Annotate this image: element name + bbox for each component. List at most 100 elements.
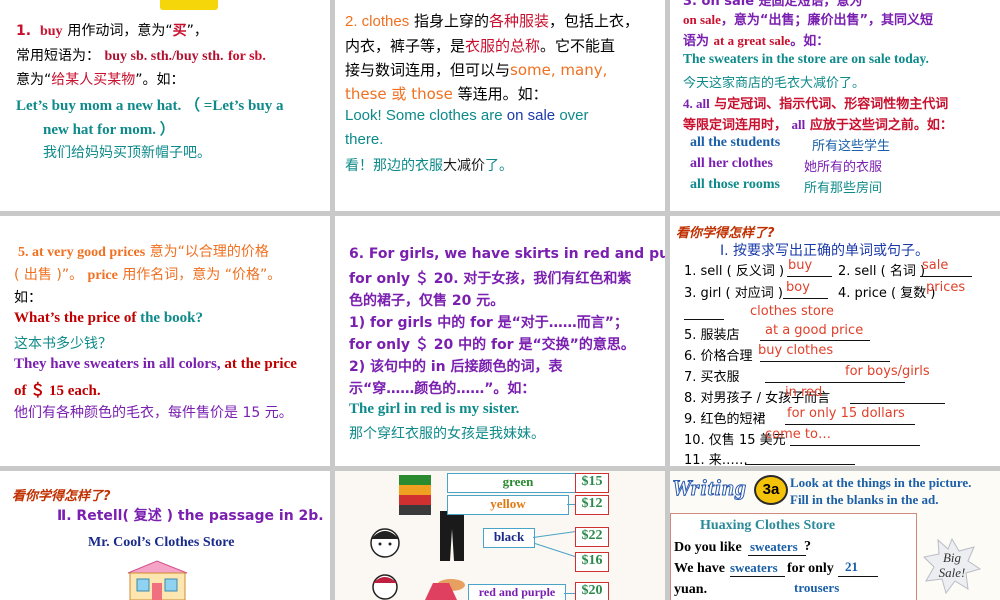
girl-image <box>367 569 403 600</box>
ad-question-mark: ? <box>804 539 811 554</box>
example-1-en: Let’s buy mom a new hat. （ =Let’s buy a <box>16 98 284 114</box>
answer-3: boy <box>786 280 810 295</box>
color-label-box-red-purple: red and purple <box>468 584 566 600</box>
question-11: 11. 来…… <box>684 453 748 466</box>
answer-blank-7 <box>765 382 905 383</box>
retell-title: Ⅱ. Retell( 复述 ) the passage in 2b. <box>57 508 324 524</box>
slide-clothes-usage: 2. clothes 指身上穿的各种服装，包括上衣， 内衣，裤子等，是衣服的总称… <box>335 0 665 211</box>
price-tag-16: $16 <box>575 552 609 572</box>
price-tag-15: $15 <box>575 473 609 493</box>
big-sale-sign: Big Sale! <box>922 537 982 595</box>
example-1-en-cont: new hat for mom. ） <box>43 122 175 138</box>
badge-label: 3a <box>762 481 780 498</box>
point-5-line-3: 如： <box>14 290 42 306</box>
color-label-green: green <box>502 474 534 489</box>
color-label-black: black <box>493 529 525 544</box>
ad-store-name: Huaxing Clothes Store <box>700 518 836 533</box>
question-4: 4. price ( 复数 ) <box>838 286 936 301</box>
slide-retell: 看你学得怎样了? Ⅱ. Retell( 复述 ) the passage in … <box>0 471 330 600</box>
ad-answer-2: sweaters <box>730 560 778 575</box>
answer-2: sale <box>922 258 949 273</box>
ad-line-3: yuan. <box>674 582 708 597</box>
answer-5: clothes store <box>750 304 834 319</box>
all-example-3-en: all those rooms <box>690 177 780 192</box>
trousers-image <box>438 511 466 561</box>
point-3-line-2: 语为 at a great sale。如： <box>683 33 830 49</box>
example-5-en: What’s the price of the book? <box>14 310 204 326</box>
color-label-red-and-purple: red and purple <box>478 585 556 599</box>
point-6-line-6: 2) 该句中的 in 后接颜色的词，表 <box>349 359 563 375</box>
slide-writing: Writing 3a Look at the things in the pic… <box>670 471 1000 600</box>
answer-1: buy <box>788 258 813 273</box>
example-1-cn: 我们给妈妈买顶新帽子吧。 <box>43 145 211 161</box>
point-5-line-2: ( 出售 )”。 price 用作名词，意为 “价格”。 <box>14 267 282 283</box>
color-label-yellow: yellow <box>490 496 526 511</box>
answer-blank-4 <box>684 319 724 320</box>
question-6: 6. 价格合理 <box>684 349 753 364</box>
question-1: 1. sell ( 反义词 ) <box>684 264 785 279</box>
slide-clothes-prices: green yellow black red and purple $15 $1… <box>335 471 665 600</box>
ad-blank-2 <box>730 576 785 577</box>
color-label-box-yellow: yellow <box>447 495 569 515</box>
example-6-en-cont: of ＄ 15 each. <box>14 383 101 399</box>
ad-line-1: Do you like <box>674 540 742 555</box>
slide-good-prices: 5. at very good prices 意为“以合理的价格 ( 出售 )”… <box>0 216 330 466</box>
example-7-en: The girl in red is my sister. <box>349 401 520 417</box>
answer-blank-3 <box>783 298 828 299</box>
pointer-line-4 <box>534 543 579 559</box>
point-1-line: 1. buy 用作动词，意为“买”， <box>16 23 208 39</box>
example-7-cn: 那个穿红衣服的女孩是我妹妹。 <box>349 426 545 442</box>
point-3-title-cut: 3. on sale 是固定短语，意为 <box>683 0 863 9</box>
ad-line-2-for-only: for only <box>787 561 834 576</box>
exercise-badge-3a: 3a <box>754 475 788 505</box>
price-tag-22: $22 <box>575 527 609 547</box>
ad-line-2: We have <box>674 561 725 576</box>
example-3-en: The sweaters in the store are on sale to… <box>683 51 929 66</box>
answer-11: come to… <box>765 427 831 442</box>
point-6-line-2: for only ＄ 20. 对于女孩，我们有红色和紫 <box>349 271 632 287</box>
example-3-cn: 今天这家商店的毛衣大减价了。 <box>683 76 866 91</box>
question-3: 3. girl ( 对应词 ) <box>684 286 783 301</box>
example-2-en-cont: there. <box>345 131 384 148</box>
color-label-box-black: black <box>483 528 535 548</box>
slide-exercise-1: 看你学得怎样了? Ⅰ. 按要求写出正确的单词或句子。 1. sell ( 反义词… <box>670 216 1000 466</box>
question-2: 2. sell ( 名词 ) <box>838 264 926 279</box>
answer-9: in red <box>785 385 823 400</box>
point-1-meaning-line: 意为“给某人买某物”。如： <box>16 72 185 88</box>
point-3-line-1: on sale，意为“出售；廉价出售”，其同义短 <box>683 12 934 28</box>
point-6-line-1: 6. For girls, we have skirts in red and … <box>349 246 665 262</box>
pointer-line-3 <box>532 530 579 538</box>
sweater-image <box>397 473 433 517</box>
question-7: 7. 买衣服 <box>684 370 740 385</box>
example-2-cn: 看！那边的衣服大减价了。 <box>345 158 513 174</box>
point-1-phrase-line: 常用短语为： buy sb. sth./buy sth. for sb. <box>16 48 266 64</box>
point-5-line-1: 5. at very good prices 意为“以合理的价格 <box>18 244 269 260</box>
price-tag-20: $20 <box>575 582 609 600</box>
all-example-3-cn: 所有那些房间 <box>804 181 883 196</box>
example-6-cn: 他们有各种颜色的毛衣，每件售价是 15 元。 <box>14 405 293 421</box>
question-5: 5. 服装店 <box>684 328 740 343</box>
all-example-2-en: all her clothes <box>690 156 773 171</box>
answer-10: for only 15 dollars <box>787 406 905 421</box>
answer-blank-1 <box>787 276 832 277</box>
point-2-line-3: 接与数词连用，但可以与some, many, <box>345 61 608 79</box>
answer-blank-8 <box>850 403 945 404</box>
all-example-2-cn: 她所有的衣服 <box>804 160 883 175</box>
point-2-line-4: these 或 those 等连用。如： <box>345 85 548 103</box>
color-label-box-green: green <box>447 473 589 493</box>
exercise-banner: 看你学得怎样了? <box>676 226 775 241</box>
language-points-banner <box>160 0 218 10</box>
example-2-en: Look! Some clothes are on sale over <box>345 107 589 124</box>
writing-instruction-2: Fill in the blanks in the ad. <box>790 492 939 507</box>
answer-7: buy clothes <box>758 343 834 358</box>
answer-blank-10 <box>790 445 920 446</box>
point-4-line-1: 4. all 与定冠词、指示代词、形容词性物主代词 <box>683 96 949 112</box>
exercise-instructions: Ⅰ. 按要求写出正确的单词或句子。 <box>720 243 930 259</box>
point-6-line-3: 色的裙子，仅售 20 元。 <box>349 293 505 309</box>
point-6-line-5: for only ＄ 20 中的 for 是“交换”的意思。 <box>349 337 635 353</box>
answer-blank-11 <box>745 464 855 465</box>
boy-image <box>365 523 405 563</box>
answer-4: prices <box>926 280 966 295</box>
skirt-image <box>425 583 457 600</box>
answer-blank-5 <box>760 340 870 341</box>
